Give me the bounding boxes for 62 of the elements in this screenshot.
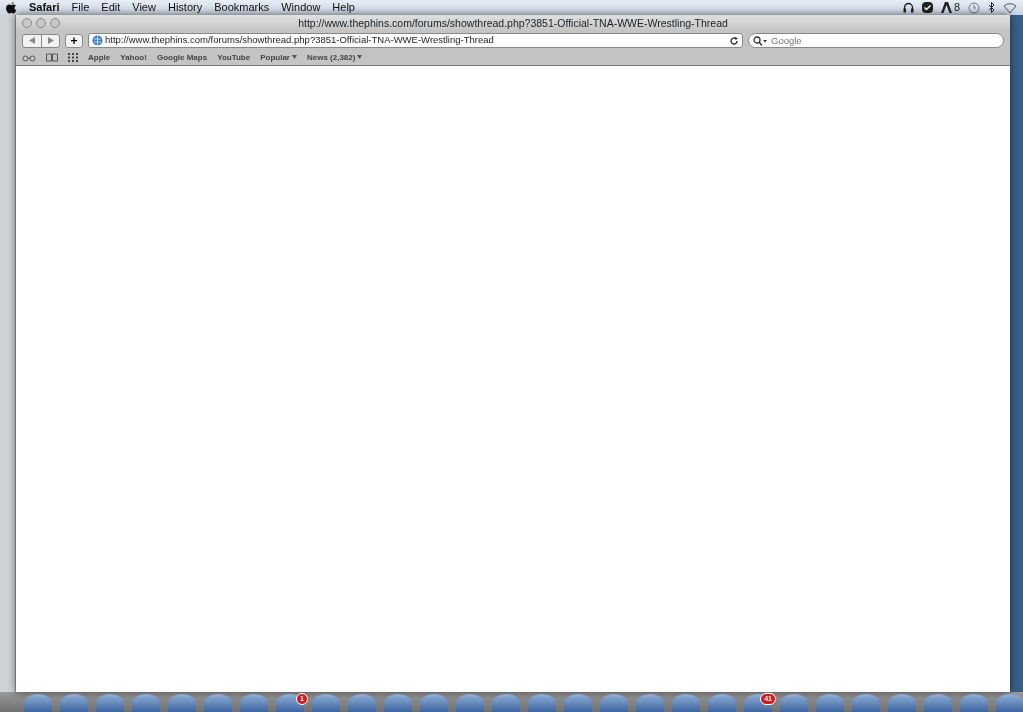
add-bookmark-button[interactable]: + [65,33,83,48]
app-icon[interactable] [168,694,196,712]
caret-icon [357,55,363,60]
bookmark-link[interactable]: Apple [88,51,111,64]
minimize-button[interactable] [36,18,46,28]
menu-item[interactable]: Help [326,0,361,15]
reload-icon[interactable] [729,35,739,46]
menu-item[interactable]: History [161,0,209,15]
app-icon[interactable] [888,694,916,712]
app-icon[interactable] [780,694,808,712]
bookmark-link[interactable]: Yahoo! [120,51,147,64]
search-field[interactable]: Google [748,33,1004,48]
menu-item[interactable]: Edit [95,0,127,15]
menu-item[interactable]: View [126,0,162,15]
update-count: 8 [953,0,960,15]
app-icon[interactable] [456,694,484,712]
app-icon[interactable] [672,694,700,712]
app-icon[interactable] [60,694,88,712]
app-icon[interactable] [240,694,268,712]
grid-icon[interactable] [68,53,78,62]
bluetooth-icon[interactable] [988,2,995,13]
app-icon[interactable] [24,694,52,712]
app-icon[interactable] [492,694,520,712]
clock-icon[interactable] [968,1,980,14]
app-icon[interactable] [852,694,880,712]
address-field[interactable]: http://www.thephins.com/forums/showthread.php?3851-Official-TNA-WWE-Wrestling-Thread [88,33,743,48]
bookmark-link[interactable]: Google Maps [156,51,208,64]
app-icon[interactable] [816,694,844,712]
glasses-icon[interactable] [22,53,36,62]
caret-icon [291,55,297,60]
app-icon[interactable] [132,694,160,712]
left-triangle-icon [29,37,35,44]
check-icon[interactable] [921,2,933,13]
app-icon[interactable] [924,694,952,712]
book-icon[interactable] [46,53,58,62]
app-icon[interactable] [348,694,376,712]
bookmark-link[interactable]: YouTube [217,51,251,64]
app-icon[interactable] [528,694,556,712]
wifi-icon[interactable] [1003,2,1017,13]
window-title: http://www.thephins.com/forums/showthread.php?3851-Official-TNA-WWE-Wrestling-Thread [298,17,728,29]
close-button[interactable] [22,18,32,28]
app-icon[interactable] [96,694,124,712]
menu-item[interactable]: File [65,0,96,15]
app-icon[interactable] [384,694,412,712]
app-icon[interactable] [708,694,736,712]
app-icon[interactable] [636,694,664,712]
app-icon[interactable] [960,694,988,712]
globe-icon [92,35,103,46]
app-icon[interactable] [312,694,340,712]
app-icon[interactable] [600,694,628,712]
menu-item[interactable]: Window [275,0,327,15]
app-icon[interactable] [564,694,592,712]
zoom-button[interactable] [50,18,60,28]
app-icon[interactable] [204,694,232,712]
app-icon[interactable] [420,694,448,712]
right-triangle-icon [47,37,54,44]
bookmark-menu[interactable]: Popular [260,51,297,64]
bookmark-menu[interactable]: News (2,382) [306,51,363,64]
headphones-icon[interactable] [902,2,914,13]
app-icon[interactable] [996,694,1023,712]
menu-item[interactable]: Bookmarks [208,0,276,15]
app-menu[interactable]: Safari [23,0,66,15]
